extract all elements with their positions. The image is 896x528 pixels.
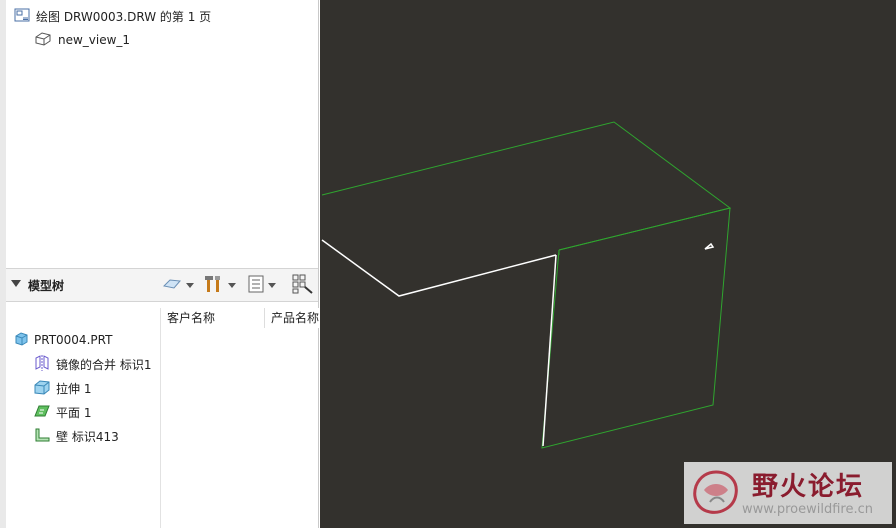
tree-item-label: 镜像的合并 标识1 (56, 357, 152, 372)
model-tree-columns: 客户名称 产品名称 (6, 308, 323, 328)
tree-item-extrude[interactable]: 拉伸 1 (34, 378, 91, 398)
watermark: 野火论坛 www.proewildfire.cn (684, 462, 892, 524)
tree-root-label: PRT0004.PRT (34, 333, 113, 347)
dropdown-arrow-icon (186, 282, 194, 288)
tree-item-plane[interactable]: 平面 1 (34, 402, 91, 422)
model-wireframe (321, 121, 732, 449)
tree-item-wall[interactable]: 壁 标识413 (34, 426, 119, 446)
highlight-top-edge (321, 239, 557, 297)
filter-tool-button[interactable] (292, 274, 314, 297)
collapse-arrow-icon[interactable] (11, 280, 21, 287)
drawing-sheet-tree: 绘图 DRW0003.DRW 的第 1 页 new_view_1 (6, 0, 318, 266)
model-tree-title: 模型树 (28, 279, 65, 293)
side-face-edges (541, 207, 731, 449)
tree-item-mirror-merge[interactable]: 镜像的合并 标识1 (34, 354, 151, 374)
tree-item-label: 壁 标识413 (56, 429, 119, 444)
tools-icon (204, 275, 224, 296)
left-panel: 绘图 DRW0003.DRW 的第 1 页 new_view_1 模型树 客户名… (0, 0, 323, 528)
plane-icon (34, 403, 50, 422)
extrude-icon (34, 379, 50, 398)
tree-root-item[interactable]: PRT0004.PRT (14, 330, 112, 350)
sheet-item[interactable]: 绘图 DRW0003.DRW 的第 1 页 (14, 6, 211, 26)
view-label: new_view_1 (58, 33, 131, 47)
columns-tool-button[interactable] (248, 275, 276, 295)
column-header-product[interactable]: 产品名称 (264, 308, 323, 328)
tree-item-label: 平面 1 (56, 405, 92, 420)
watermark-logo-icon (690, 468, 742, 521)
highlight-vertical-edge (542, 254, 557, 447)
watermark-title: 野火论坛 (752, 472, 865, 502)
cursor-mark (704, 242, 715, 250)
column-header-customer[interactable]: 客户名称 (160, 308, 263, 328)
drawing-sheet-icon (14, 7, 30, 26)
dropdown-arrow-icon (228, 282, 236, 288)
part-icon (14, 331, 28, 349)
watermark-url: www.proewildfire.cn (742, 502, 873, 517)
wall-icon (34, 427, 50, 446)
list-icon (248, 275, 264, 296)
dropdown-arrow-icon (268, 282, 276, 288)
graphics-viewport[interactable] (320, 0, 896, 528)
drawing-view-icon (34, 31, 52, 49)
column-divider (160, 308, 161, 528)
view-item[interactable]: new_view_1 (34, 30, 130, 50)
show-icon (162, 276, 182, 295)
settings-tool-button[interactable] (204, 275, 236, 295)
show-tool-button[interactable] (162, 275, 194, 295)
model-tree-header: 模型树 (6, 268, 318, 302)
tree-filter-icon (292, 274, 314, 297)
tree-item-label: 拉伸 1 (56, 381, 92, 396)
mirror-merge-icon (34, 354, 50, 374)
sheet-label: 绘图 DRW0003.DRW 的第 1 页 (36, 9, 212, 24)
top-face-edges (321, 121, 732, 251)
